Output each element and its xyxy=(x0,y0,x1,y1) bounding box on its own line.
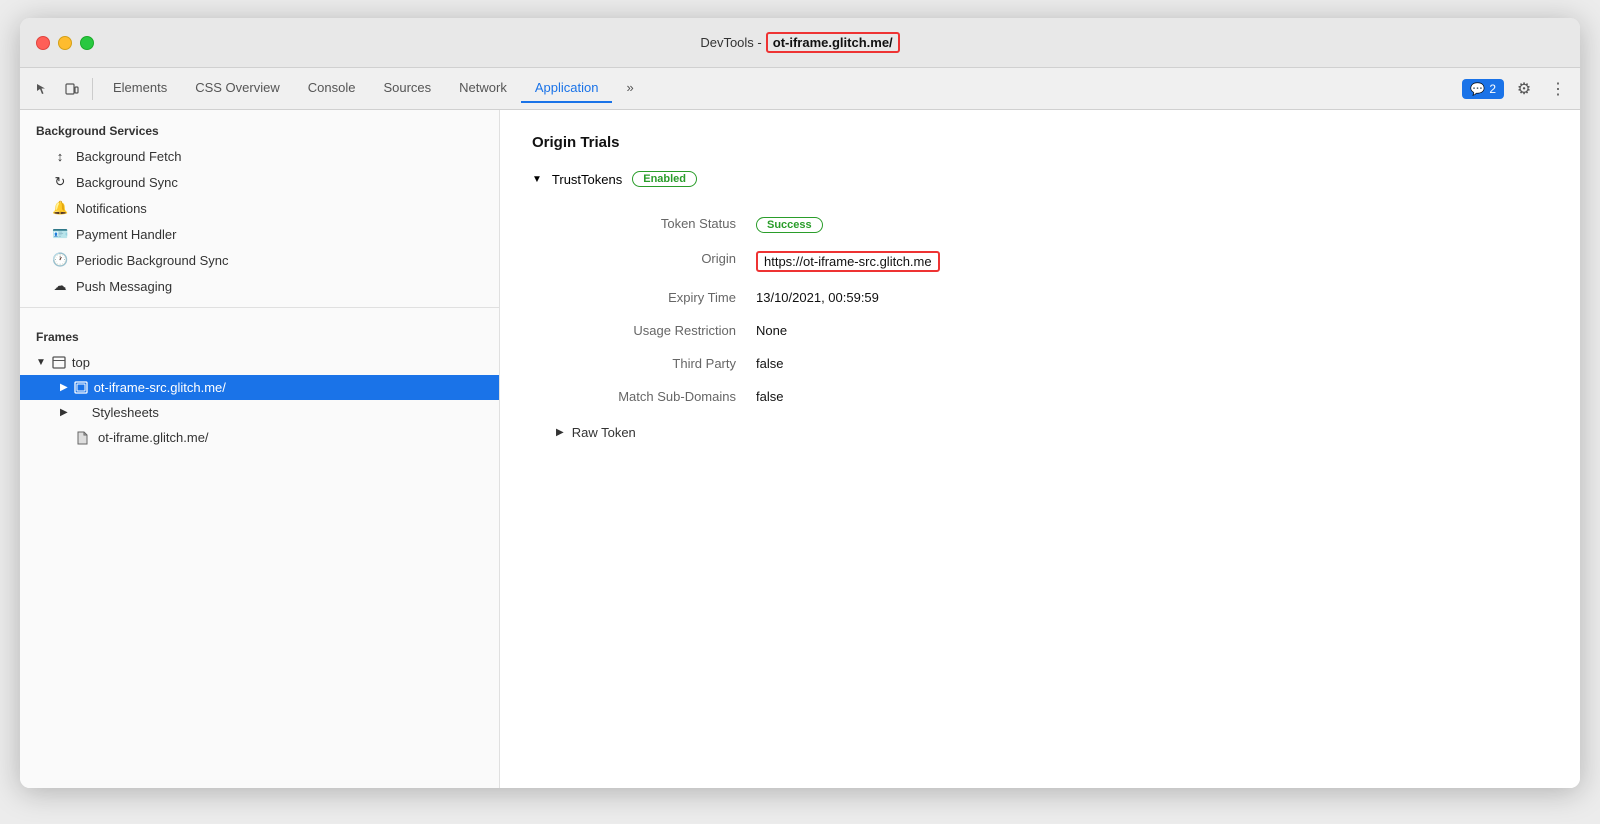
badge-count: 2 xyxy=(1489,82,1496,96)
tab-console[interactable]: Console xyxy=(294,74,370,103)
sidebar-item-label: Background Fetch xyxy=(76,149,182,164)
usage-restriction-value: None xyxy=(756,314,1548,347)
more-options-button[interactable]: ⋮ xyxy=(1544,75,1572,103)
third-party-label: Third Party xyxy=(556,347,756,380)
match-sub-domains-label: Match Sub-Domains xyxy=(556,380,756,413)
tree-item-stylesheets[interactable]: ▶ Stylesheets xyxy=(20,400,499,425)
origin-url: https://ot-iframe-src.glitch.me xyxy=(756,251,940,272)
minimize-button[interactable] xyxy=(58,36,72,50)
third-party-value: false xyxy=(756,347,1548,380)
sidebar-item-push-messaging[interactable]: ☁ Push Messaging xyxy=(20,273,499,299)
raw-token-row[interactable]: ▶ Raw Token xyxy=(556,425,1548,440)
stylesheets-label: Stylesheets xyxy=(92,405,159,420)
devtools-label: DevTools - xyxy=(700,35,761,50)
raw-token-arrow[interactable]: ▶ xyxy=(556,427,564,438)
background-fetch-icon: ↕ xyxy=(52,149,68,164)
titlebar: DevTools - ot-iframe.glitch.me/ xyxy=(20,18,1580,68)
sidebar-item-label: Periodic Background Sync xyxy=(76,253,228,268)
background-services-header: Background Services xyxy=(20,110,499,144)
maximize-button[interactable] xyxy=(80,36,94,50)
expiry-label: Expiry Time xyxy=(556,281,756,314)
tree-item-top[interactable]: ▼ top xyxy=(20,350,499,375)
device-toolbar-button[interactable] xyxy=(58,75,86,103)
periodic-sync-icon: 🕐 xyxy=(52,252,68,268)
more-tabs-button[interactable]: » xyxy=(612,74,647,103)
push-messaging-icon: ☁ xyxy=(52,278,68,294)
origin-label: Origin xyxy=(556,242,756,281)
trust-tokens-label: TrustTokens xyxy=(552,172,622,187)
sidebar-item-background-sync[interactable]: ↻ Background Sync xyxy=(20,169,499,195)
usage-restriction-label: Usage Restriction xyxy=(556,314,756,347)
sidebar-item-label: Payment Handler xyxy=(76,227,176,242)
toolbar-right: 💬 2 ⚙ ⋮ xyxy=(1462,75,1572,103)
stylesheets-arrow-icon: ▶ xyxy=(60,407,68,418)
close-button[interactable] xyxy=(36,36,50,50)
settings-button[interactable]: ⚙ xyxy=(1510,75,1538,103)
sidebar-item-background-fetch[interactable]: ↕ Background Fetch xyxy=(20,144,499,169)
tree-item-file[interactable]: ot-iframe.glitch.me/ xyxy=(20,425,499,450)
tab-sources[interactable]: Sources xyxy=(369,74,445,103)
sidebar-item-label: Background Sync xyxy=(76,175,178,190)
raw-token-label: Raw Token xyxy=(572,425,636,440)
sidebar-item-label: Notifications xyxy=(76,201,147,216)
devtools-window: DevTools - ot-iframe.glitch.me/ Elements… xyxy=(20,18,1580,788)
main-area: Background Services ↕ Background Fetch ↻… xyxy=(20,110,1580,788)
file-label: ot-iframe.glitch.me/ xyxy=(98,430,209,445)
toolbar-divider xyxy=(92,78,93,100)
background-sync-icon: ↻ xyxy=(52,174,68,190)
badge-icon: 💬 xyxy=(1470,82,1485,96)
payment-handler-icon: 🪪 xyxy=(52,226,68,242)
inspect-element-button[interactable] xyxy=(28,75,56,103)
file-icon xyxy=(76,431,88,445)
success-badge: Success xyxy=(756,217,823,233)
traffic-lights xyxy=(36,36,94,50)
window-title: DevTools - ot-iframe.glitch.me/ xyxy=(700,32,899,53)
page-title: Origin Trials xyxy=(532,134,1548,151)
match-sub-domains-value: false xyxy=(756,380,1548,413)
trust-tokens-header: ▼ TrustTokens Enabled xyxy=(532,171,1548,187)
iframe-icon xyxy=(74,381,88,394)
notifications-icon: 🔔 xyxy=(52,200,68,216)
sidebar-item-label: Push Messaging xyxy=(76,279,172,294)
messages-badge-button[interactable]: 💬 2 xyxy=(1462,79,1504,99)
tab-application[interactable]: Application xyxy=(521,74,613,103)
toolbar-tabs: Elements CSS Overview Console Sources Ne… xyxy=(99,74,1460,103)
enabled-badge: Enabled xyxy=(632,171,697,187)
sidebar: Background Services ↕ Background Fetch ↻… xyxy=(20,110,500,788)
expand-arrow-icon: ▶ xyxy=(60,382,68,393)
frame-icon xyxy=(52,356,66,369)
expiry-value: 13/10/2021, 00:59:59 xyxy=(756,281,1548,314)
tree-item-iframe[interactable]: ▶ ot-iframe-src.glitch.me/ xyxy=(20,375,499,400)
frames-header: Frames xyxy=(20,316,499,350)
sidebar-item-notifications[interactable]: 🔔 Notifications xyxy=(20,195,499,221)
top-frame-label: top xyxy=(72,355,90,370)
sidebar-item-payment-handler[interactable]: 🪪 Payment Handler xyxy=(20,221,499,247)
iframe-frame-label: ot-iframe-src.glitch.me/ xyxy=(94,380,226,395)
content-panel: Origin Trials ▼ TrustTokens Enabled Toke… xyxy=(500,110,1580,788)
detail-grid: Token Status Success Origin https://ot-i… xyxy=(556,207,1548,413)
toolbar: Elements CSS Overview Console Sources Ne… xyxy=(20,68,1580,110)
tab-network[interactable]: Network xyxy=(445,74,521,103)
token-status-value: Success xyxy=(756,207,1548,242)
tab-elements[interactable]: Elements xyxy=(99,74,181,103)
titlebar-url: ot-iframe.glitch.me/ xyxy=(766,32,900,53)
token-status-label: Token Status xyxy=(556,207,756,242)
origin-value-cell: https://ot-iframe-src.glitch.me xyxy=(756,242,1548,281)
sidebar-item-periodic-background-sync[interactable]: 🕐 Periodic Background Sync xyxy=(20,247,499,273)
trust-tokens-arrow[interactable]: ▼ xyxy=(532,174,542,185)
tab-css-overview[interactable]: CSS Overview xyxy=(181,74,294,103)
collapse-arrow-icon: ▼ xyxy=(36,357,46,368)
sidebar-separator xyxy=(20,307,499,308)
